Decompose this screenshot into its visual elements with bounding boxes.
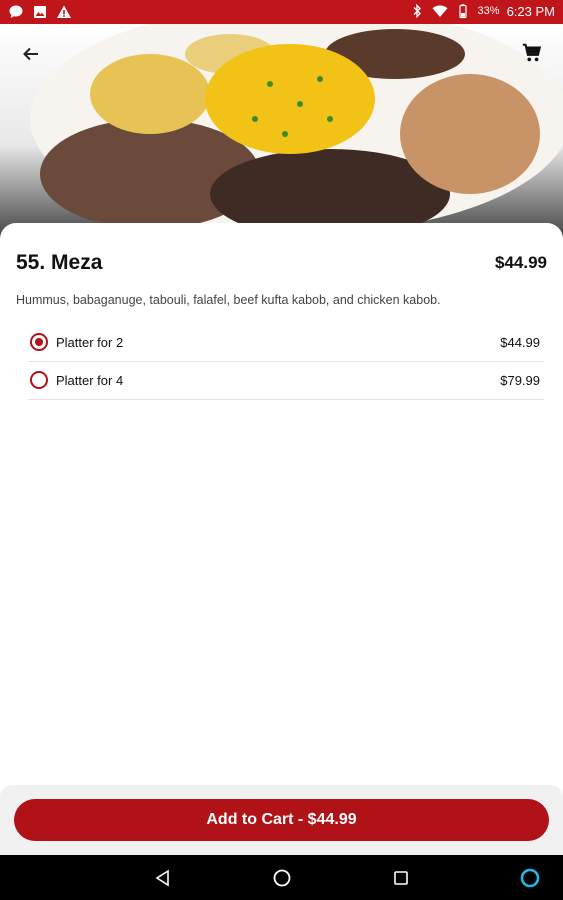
wifi-icon: [432, 3, 448, 19]
option-platter-for-2[interactable]: Platter for 2 $44.99: [28, 323, 544, 362]
nav-home-icon[interactable]: [270, 866, 294, 890]
option-price: $79.99: [500, 372, 540, 388]
status-bar: 33% 6:23 PM: [0, 0, 563, 24]
cart-icon: [521, 42, 543, 69]
add-to-cart-button[interactable]: Add to Cart - $44.99: [14, 799, 549, 841]
assistant-icon[interactable]: [518, 866, 542, 890]
item-description: Hummus, babaganuge, tabouli, falafel, be…: [16, 293, 441, 307]
option-platter-for-4[interactable]: Platter for 4 $79.99: [28, 361, 544, 400]
battery-percent: 33%: [477, 5, 500, 17]
bottom-action-bar: Add to Cart - $44.99: [0, 785, 563, 855]
option-label: Platter for 2: [56, 334, 124, 350]
item-price: $44.99: [495, 253, 547, 272]
status-time: 6:23 PM: [506, 3, 555, 19]
system-navigation-bar: [0, 855, 563, 900]
chat-bubble-icon: [8, 4, 24, 20]
option-price: $44.99: [500, 334, 540, 350]
radio-selected-icon[interactable]: [30, 333, 48, 351]
warning-icon: [56, 4, 72, 20]
option-label: Platter for 4: [56, 372, 124, 388]
bluetooth-icon: [409, 3, 425, 19]
arrow-left-icon: [21, 44, 41, 69]
nav-recents-icon[interactable]: [389, 866, 413, 890]
radio-unselected-icon[interactable]: [30, 371, 48, 389]
food-image: [0, 24, 563, 244]
item-detail-sheet: 55. Meza $44.99 Hummus, babaganuge, tabo…: [0, 223, 563, 788]
cart-button[interactable]: [517, 40, 547, 70]
battery-icon: [455, 3, 471, 19]
image-icon: [32, 4, 48, 20]
back-button[interactable]: [16, 42, 46, 70]
item-title: 55. Meza: [16, 251, 103, 274]
nav-back-icon[interactable]: [151, 866, 175, 890]
